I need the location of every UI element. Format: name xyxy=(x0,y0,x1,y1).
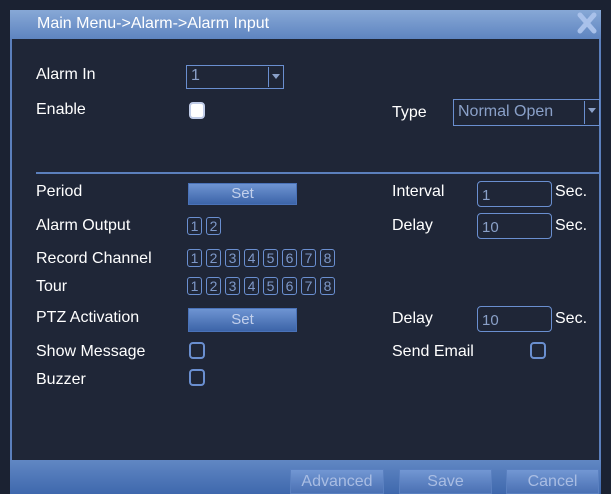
alarm-output-channel-1[interactable]: 1 xyxy=(187,217,202,235)
buzzer-label: Buzzer xyxy=(36,371,86,388)
alarm-in-value: 1 xyxy=(191,67,200,84)
delay-label: Delay xyxy=(392,217,433,234)
chevron-down-icon[interactable] xyxy=(584,101,598,124)
delay-value-2: 10 xyxy=(482,312,499,329)
show-message-checkbox[interactable] xyxy=(189,342,205,359)
record-channel-channels: 1 2 3 4 5 6 7 8 xyxy=(187,249,339,267)
interval-value: 1 xyxy=(482,187,491,204)
delay-input-2[interactable]: 10 xyxy=(477,306,552,332)
section-divider xyxy=(36,172,601,174)
tour-channel-7[interactable]: 7 xyxy=(301,277,316,295)
delay-unit: Sec. xyxy=(555,217,588,234)
show-message-label: Show Message xyxy=(36,343,146,360)
record-channel-6[interactable]: 6 xyxy=(282,249,297,267)
send-email-checkbox[interactable] xyxy=(530,342,546,359)
record-channel-2[interactable]: 2 xyxy=(206,249,221,267)
tour-channel-1[interactable]: 1 xyxy=(187,277,202,295)
record-channel-1[interactable]: 1 xyxy=(187,249,202,267)
send-email-label: Send Email xyxy=(392,343,474,360)
record-channel-7[interactable]: 7 xyxy=(301,249,316,267)
alarm-in-select[interactable]: 1 xyxy=(186,65,284,89)
record-channel-5[interactable]: 5 xyxy=(263,249,278,267)
chevron-down-icon[interactable] xyxy=(268,67,282,87)
ptz-set-button[interactable]: Set xyxy=(188,308,297,332)
alarm-input-window: Main Menu->Alarm->Alarm Input Alarm In 1… xyxy=(0,0,611,494)
type-label: Type xyxy=(392,104,427,121)
tour-channel-3[interactable]: 3 xyxy=(225,277,240,295)
delay-label-2: Delay xyxy=(392,310,433,327)
interval-unit: Sec. xyxy=(555,183,588,200)
enable-checkbox[interactable] xyxy=(189,102,205,119)
period-set-button[interactable]: Set xyxy=(188,183,297,205)
tour-label: Tour xyxy=(36,278,68,295)
delay-input[interactable]: 10 xyxy=(477,213,552,239)
cancel-button[interactable]: Cancel xyxy=(506,469,599,494)
type-select[interactable]: Normal Open xyxy=(453,99,600,126)
tour-channel-6[interactable]: 6 xyxy=(282,277,297,295)
delay-value: 10 xyxy=(482,219,499,236)
delay-unit-2: Sec. xyxy=(555,310,588,327)
tour-channel-5[interactable]: 5 xyxy=(263,277,278,295)
record-channel-label: Record Channel xyxy=(36,250,152,267)
save-button[interactable]: Save xyxy=(399,469,492,494)
record-channel-4[interactable]: 4 xyxy=(244,249,259,267)
window-title: Main Menu->Alarm->Alarm Input xyxy=(37,15,270,32)
type-value: Normal Open xyxy=(458,103,554,120)
alarm-output-channels: 1 2 xyxy=(187,217,225,235)
period-label: Period xyxy=(36,183,83,200)
tour-channel-8[interactable]: 8 xyxy=(320,277,335,295)
advanced-button[interactable]: Advanced xyxy=(290,469,384,494)
tour-channels: 1 2 3 4 5 6 7 8 xyxy=(187,277,339,295)
interval-label: Interval xyxy=(392,183,445,200)
close-icon[interactable] xyxy=(577,12,597,34)
buzzer-checkbox[interactable] xyxy=(189,369,205,386)
tour-channel-4[interactable]: 4 xyxy=(244,277,259,295)
ptz-activation-label: PTZ Activation xyxy=(36,309,140,326)
record-channel-8[interactable]: 8 xyxy=(320,249,335,267)
alarm-in-label: Alarm In xyxy=(36,66,96,83)
tour-channel-2[interactable]: 2 xyxy=(206,277,221,295)
enable-label: Enable xyxy=(36,101,86,118)
alarm-output-channel-2[interactable]: 2 xyxy=(206,217,221,235)
title-bar: Main Menu->Alarm->Alarm Input xyxy=(10,10,601,39)
record-channel-3[interactable]: 3 xyxy=(225,249,240,267)
interval-input[interactable]: 1 xyxy=(477,181,552,207)
alarm-output-label: Alarm Output xyxy=(36,217,131,234)
